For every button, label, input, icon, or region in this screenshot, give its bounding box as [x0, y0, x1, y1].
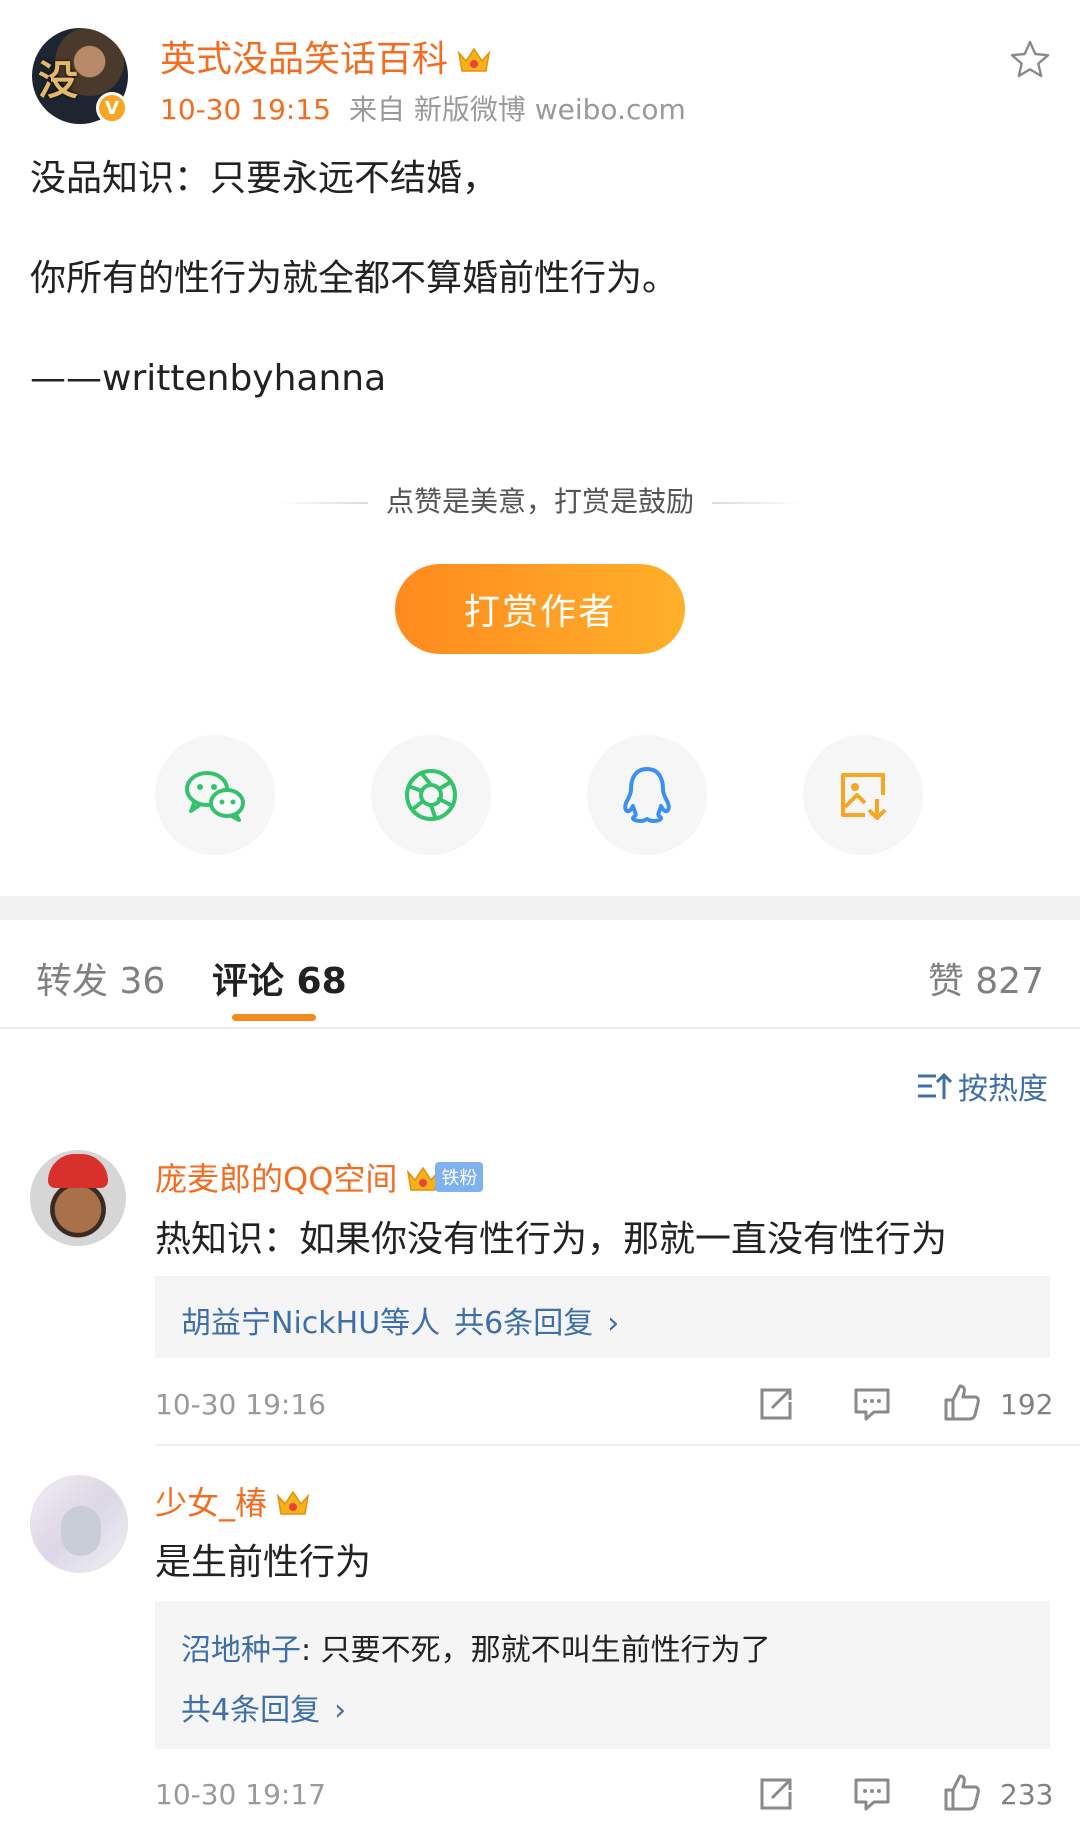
sort-by-hot-button[interactable]: 按热度 — [916, 1064, 1048, 1108]
avatar-hat — [48, 1154, 108, 1188]
comment-time: 10-30 19:17 — [155, 1778, 326, 1811]
commenter-name[interactable]: 庞麦郎的QQ空间 铁粉 — [155, 1154, 484, 1200]
avatar-logo-glyph: 没 — [38, 58, 78, 104]
post-text-line-1: 没品知识：只要永远不结婚， — [30, 158, 499, 199]
avatar-figure — [61, 1506, 101, 1556]
reward-hint: 点赞是美意，打赏是鼓励 — [0, 480, 1080, 520]
reply-summary: 胡益宁NickHU等人 共6条回复 › — [181, 1298, 619, 1342]
like-count: 192 — [1000, 1388, 1054, 1421]
commenter-avatar[interactable] — [30, 1150, 126, 1246]
reply-summary-box[interactable]: 胡益宁NickHU等人 共6条回复 › — [155, 1276, 1050, 1358]
comment-text: 热知识：如果你没有性行为，那就一直没有性行为 — [155, 1219, 948, 1260]
divider — [277, 502, 368, 504]
vip-crown-icon — [457, 47, 491, 72]
reward-author-button[interactable]: 打赏作者 — [395, 564, 685, 654]
active-tab-indicator — [232, 1014, 316, 1021]
reply-box[interactable]: 沼地种子: 只要不死，那就不叫生前性行为了 共4条回复 › — [155, 1601, 1050, 1749]
like-count: 233 — [1000, 1778, 1054, 1811]
tab-comments[interactable]: 评论 68 — [212, 952, 347, 1004]
reply-text: : 只要不死，那就不叫生前性行为了 — [301, 1633, 771, 1668]
commenter-name[interactable]: 少女_椿 — [155, 1478, 311, 1524]
comment-icon[interactable] — [852, 1384, 892, 1424]
thumbs-up-icon[interactable] — [942, 1382, 982, 1422]
fan-badge: 铁粉 — [435, 1162, 484, 1192]
wechat-icon — [185, 771, 245, 822]
sort-icon — [918, 1072, 952, 1099]
reply-count-link[interactable]: 共4条回复 — [181, 1693, 320, 1728]
repost-icon[interactable] — [756, 1774, 796, 1814]
post-text-signature: ——writtenbyhanna — [30, 358, 387, 399]
divider — [712, 502, 802, 504]
reply-user-link[interactable]: 沼地种子 — [181, 1633, 301, 1668]
qq-icon — [623, 767, 671, 823]
save-image-button[interactable] — [803, 735, 923, 855]
chevron-right-icon: › — [334, 1693, 347, 1728]
verified-badge-icon: V — [96, 92, 128, 124]
reply-users-link[interactable]: 胡益宁NickHU等人 — [181, 1306, 440, 1341]
vip-crown-icon — [276, 1490, 310, 1515]
save-image-icon — [841, 773, 887, 820]
thumbs-up-icon[interactable] — [942, 1772, 982, 1812]
comment-time: 10-30 19:16 — [155, 1388, 326, 1421]
tab-repost[interactable]: 转发 36 — [36, 952, 165, 1004]
share-moments-button[interactable] — [371, 735, 491, 855]
divider — [0, 1027, 1080, 1029]
chevron-right-icon: › — [607, 1306, 620, 1341]
comment-icon[interactable] — [852, 1774, 892, 1814]
share-wechat-button[interactable] — [155, 735, 275, 855]
author-name[interactable]: 英式没品笑话百科 — [160, 30, 492, 82]
reply-preview: 沼地种子: 只要不死，那就不叫生前性行为了 — [181, 1625, 771, 1669]
section-divider — [0, 896, 1080, 920]
moments-icon — [405, 769, 457, 821]
reply-count-link[interactable]: 共6条回复 — [454, 1306, 593, 1341]
post-time: 10-30 19:15 — [160, 93, 331, 126]
post-text-line-2: 你所有的性行为就全都不算婚前性行为。 — [30, 258, 679, 299]
commenter-avatar[interactable] — [30, 1475, 128, 1573]
post-source: 来自 新版微博 weibo.com — [348, 93, 686, 126]
divider — [155, 1444, 1080, 1446]
interaction-tabs: 转发 36 评论 68 赞 827 — [0, 940, 1080, 1028]
repost-icon[interactable] — [756, 1384, 796, 1424]
comment-text: 是生前性行为 — [155, 1542, 372, 1583]
share-qq-button[interactable] — [587, 735, 707, 855]
post-meta: 10-30 19:15 来自 新版微博 weibo.com — [160, 88, 686, 128]
tab-likes[interactable]: 赞 827 — [928, 952, 1044, 1004]
reply-summary: 共4条回复 › — [181, 1685, 346, 1729]
favorite-star-icon[interactable] — [1008, 38, 1052, 82]
